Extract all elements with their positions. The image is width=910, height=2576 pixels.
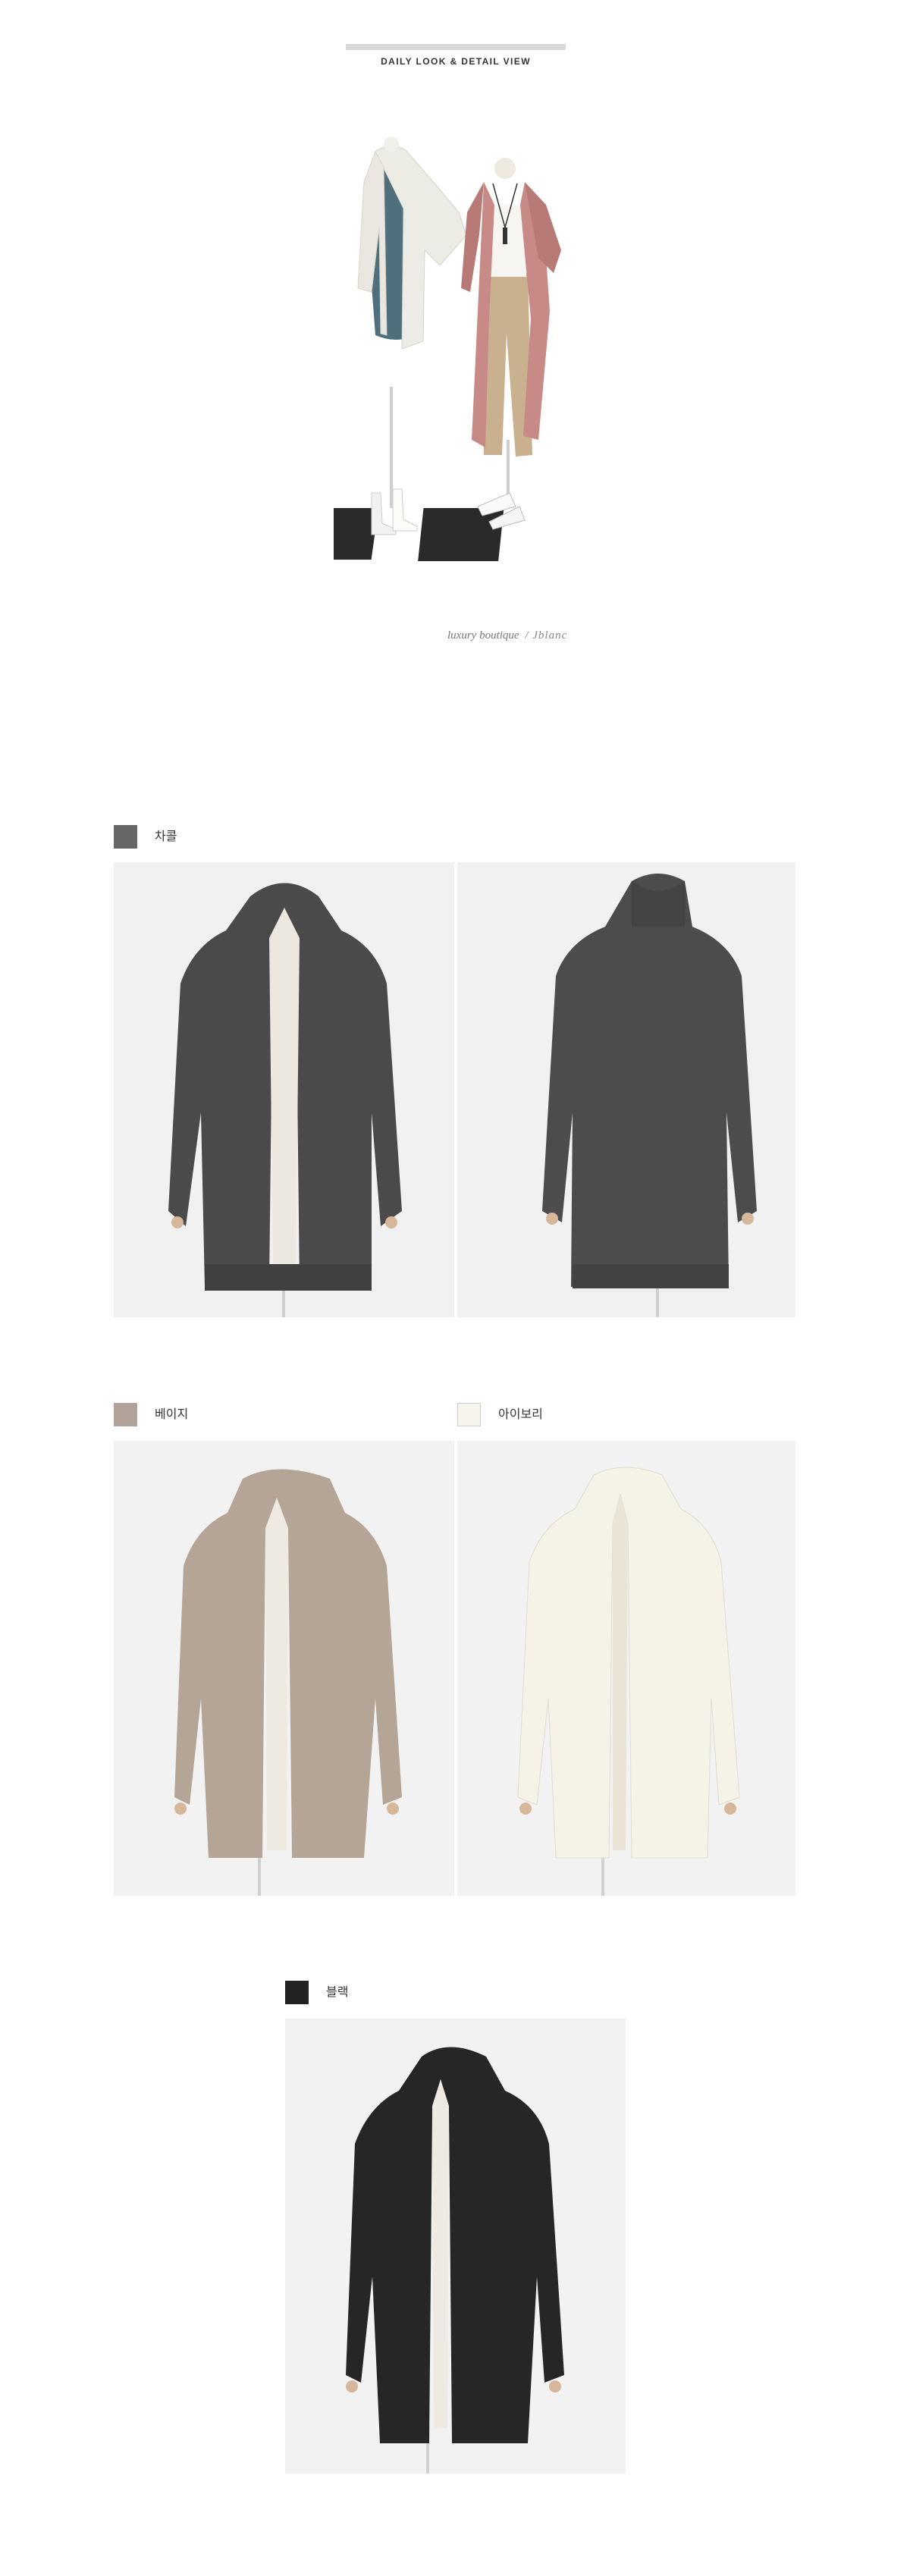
- color-label-charcoal: 차콜: [155, 830, 177, 843]
- color-swatch-beige: [114, 1403, 137, 1426]
- header-divider: [346, 44, 566, 50]
- color-label-ivory: 아이보리: [498, 1408, 543, 1421]
- beige-front-photo: [114, 1441, 454, 1896]
- color-swatch-black: [285, 1981, 309, 2004]
- black-front-photo: [285, 2019, 626, 2474]
- brand-signature: / Jblanc: [525, 629, 568, 642]
- color-label-beige: 베이지: [155, 1408, 189, 1421]
- brand-text: luxury boutique: [447, 629, 519, 642]
- hero-look-image: [283, 136, 584, 576]
- brand-caption: luxury boutique / Jblanc: [447, 629, 567, 642]
- color-swatch-charcoal: [114, 825, 137, 849]
- section-title: DAILY LOOK & DETAIL VIEW: [381, 56, 531, 67]
- charcoal-front-photo: [114, 862, 454, 1317]
- color-label-black: 블랙: [326, 1986, 349, 1999]
- color-swatch-ivory: [457, 1403, 481, 1426]
- charcoal-back-photo: [457, 862, 795, 1317]
- ivory-front-photo: [457, 1441, 795, 1896]
